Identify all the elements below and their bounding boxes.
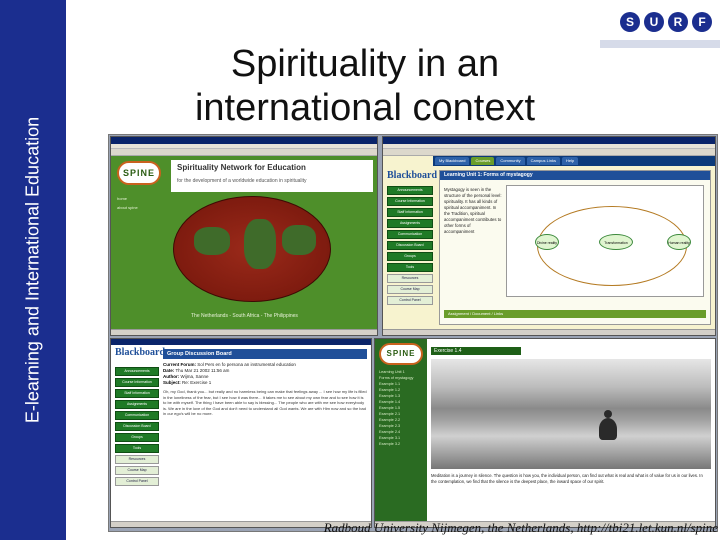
sidebar-title: E-learning and International Education [22,116,43,424]
exercise-text: Meditation is a journey in silence. The … [431,473,703,484]
spine-home-page: SPINE Spirituality Network for Education… [111,156,377,329]
menu-staff-information[interactable]: Staff Information [387,208,433,217]
subject-label: Subject: [163,380,181,385]
meditating-person [599,418,617,441]
slide-title: Spirituality in an international context [194,43,536,129]
exercise-page: SPINE Learning Unit 1 Forms of mystagogy… [375,339,715,521]
menu-resources[interactable]: Resources [387,274,433,283]
discussion-page: Blackboard Announcements Course Informat… [111,345,371,521]
meditation-photo [431,359,711,469]
tab-courses[interactable]: Courses [471,157,495,165]
discussion-heading: Group Discussion Board [163,349,367,359]
nav-link-home[interactable]: home [117,194,157,203]
menu-control-panel[interactable]: Control Panel [115,477,159,486]
menu-communication[interactable]: Communication [387,230,433,239]
exercise-sidebar: SPINE Learning Unit 1 Forms of mystagogy… [375,339,427,521]
diagram-node: Transformation [599,234,633,250]
blackboard-logo: Blackboard [115,347,166,358]
menu-discussion-board[interactable]: Discussion Board [115,422,159,431]
menu-announcements[interactable]: Announcements [387,186,433,195]
menu-groups[interactable]: Groups [387,252,433,261]
side-nav: home about spine [117,194,157,212]
address-bar[interactable] [383,149,715,156]
logo-underline [600,40,720,48]
status-bar [111,329,377,335]
spine-home-window: SPINE Spirituality Network for Education… [110,136,378,336]
spine-logo[interactable]: SPINE [379,343,423,365]
author-label: Author: [163,374,180,379]
assignment-table-header: Assignment / Document / Links [444,310,706,318]
menu-tools[interactable]: Tools [115,444,159,453]
menu-course-map[interactable]: Course Map [115,466,159,475]
menu-control-panel[interactable]: Control Panel [387,296,433,305]
mystagogy-diagram: Divine reality Transformation Human real… [506,185,704,297]
tab-help[interactable]: Help [561,157,579,165]
date-label: Date: [163,368,175,373]
diagram-node: Divine reality [535,234,559,250]
surf-logo: S U R F [618,6,716,42]
tab-my-blackboard[interactable]: My Blackboard [435,157,470,165]
menu-discussion-board[interactable]: Discussion Board [387,241,433,250]
spine-logo[interactable]: SPINE [117,161,161,185]
course-menu: Announcements Course Information Staff I… [115,367,159,488]
subject-value: Re: Exercise 1 [182,380,212,385]
person-head [604,410,612,419]
diagram-node: Human reality [667,234,691,250]
nav-link-about[interactable]: about spine [117,203,157,212]
page-subheading: for the development of a worldwide educa… [177,178,307,184]
date-value: Thu Mar 21 2002 11:56 am [175,368,230,373]
course-menu: Announcements Course Information Staff I… [387,186,433,307]
window-titlebar [383,137,715,144]
discussion-content: Group Discussion Board Current Forum: So… [163,349,367,517]
forum-label: Current Forum: [163,362,196,367]
menu-assignments[interactable]: Assignments [115,400,159,409]
menu-course-information[interactable]: Course Information [115,378,159,387]
tab-community[interactable]: Community [496,157,525,165]
forum-value: Sol Pers en fo persona an instrumental e… [197,362,296,367]
menu-staff-information[interactable]: Staff Information [115,389,159,398]
address-bar[interactable] [111,149,377,156]
content-heading: Learning Unit 1: Forms of mystagogy [440,171,710,180]
logo-letter: U [644,12,664,32]
continent-shape [194,227,230,255]
course-content: Learning Unit 1: Forms of mystagogy Myst… [439,170,711,325]
menu-announcements[interactable]: Announcements [115,367,159,376]
content-text: Mystagogy is seen in the structure of th… [444,187,502,234]
continent-shape [282,225,316,255]
menu-tools[interactable]: Tools [387,263,433,272]
menu-course-map[interactable]: Course Map [387,285,433,294]
page-heading: Spirituality Network for Education [177,163,306,172]
page-header: Spirituality Network for Education for t… [171,160,373,192]
menu-groups[interactable]: Groups [115,433,159,442]
author-value[interactable]: Wijma, Sanne [181,374,209,379]
blackboard-tabs: My Blackboard Courses Community Campus L… [433,156,715,166]
menu-resources[interactable]: Resources [115,455,159,464]
blackboard-logo: Blackboard [387,170,438,181]
post-message: Oh, my God, thank you... but really and … [163,389,367,417]
blackboard-course-window: My Blackboard Courses Community Campus L… [382,136,716,336]
map-caption: The Netherlands - South Africa - The Phi… [191,313,298,319]
exercise-links: Learning Unit 1 Forms of mystagogy Examp… [379,369,425,447]
group-discussion-window: Blackboard Announcements Course Informat… [110,338,372,528]
logo-letter: S [620,12,640,32]
exercise-link[interactable]: Example 3.2 [379,441,425,447]
status-bar [383,329,715,335]
sidebar-band: E-learning and International Education [0,0,66,540]
slide-footer: Radboud University Nijmegen, the Netherl… [323,520,718,535]
continent-shape [244,219,276,269]
window-titlebar [111,137,377,144]
tab-campus-links[interactable]: Campus Links [526,157,560,165]
menu-assignments[interactable]: Assignments [387,219,433,228]
menu-communication[interactable]: Communication [115,411,159,420]
spine-exercise-window: SPINE Learning Unit 1 Forms of mystagogy… [374,338,716,528]
post-meta: Current Forum: Sol Pers en fo persona an… [163,362,367,386]
logo-letter: R [668,12,688,32]
menu-course-information[interactable]: Course Information [387,197,433,206]
logo-letter: F [692,12,712,32]
course-page: My Blackboard Courses Community Campus L… [383,156,715,329]
world-map-image [173,196,331,302]
exercise-title-bar: Exercise 1.4 [431,347,521,355]
